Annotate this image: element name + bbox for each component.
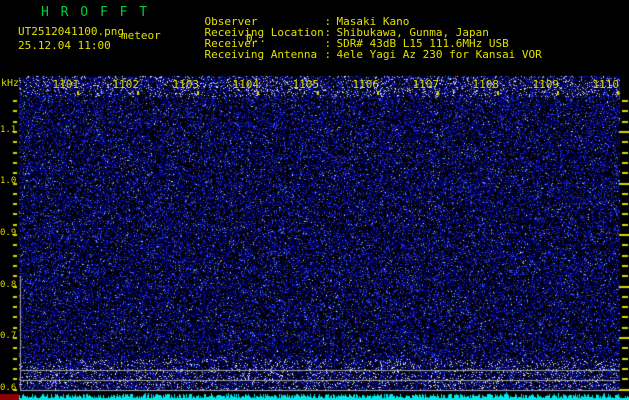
- output-filename: UT2512041100.png: [18, 25, 124, 38]
- time-tick-label: 1110: [592, 78, 620, 91]
- field-value: 4ele Yagi Az 230 for Kansai VOR: [336, 48, 542, 61]
- hrofft-screen: H R O F F T UT2512041100.png meteor 25.1…: [0, 0, 629, 400]
- freq-tick-label: 0.6: [0, 383, 17, 393]
- datetime-label: 25.12.04 11:00: [18, 39, 111, 52]
- time-tick-label: 1101: [52, 78, 80, 91]
- time-tick-label: 1109: [532, 78, 560, 91]
- time-tick-label: 1107: [412, 78, 440, 91]
- header-row-antenna: Receiving Antenna:4ele Yagi Az 230 for K…: [178, 38, 542, 71]
- mode-label: meteor: [121, 29, 161, 42]
- freq-tick-label: 0.7: [0, 331, 17, 341]
- field-label: Receiving Antenna: [204, 48, 318, 61]
- freq-tick-label: 0.8: [0, 280, 17, 290]
- time-tick-label: 1104: [232, 78, 260, 91]
- time-tick-label: 1108: [472, 78, 500, 91]
- freq-axis-unit: kHz: [1, 78, 20, 89]
- time-tick-label: 1106: [352, 78, 380, 91]
- freq-tick-label: 1.0: [0, 176, 17, 186]
- freq-tick-label: 1.1: [0, 125, 17, 135]
- time-tick-label: 1105: [292, 78, 320, 91]
- time-tick-label: 1102: [112, 78, 140, 91]
- freq-tick-label: 0.9: [0, 228, 17, 238]
- field-separator: :: [324, 48, 332, 61]
- app-title: H R O F F T: [41, 5, 150, 20]
- time-tick-label: 1103: [172, 78, 200, 91]
